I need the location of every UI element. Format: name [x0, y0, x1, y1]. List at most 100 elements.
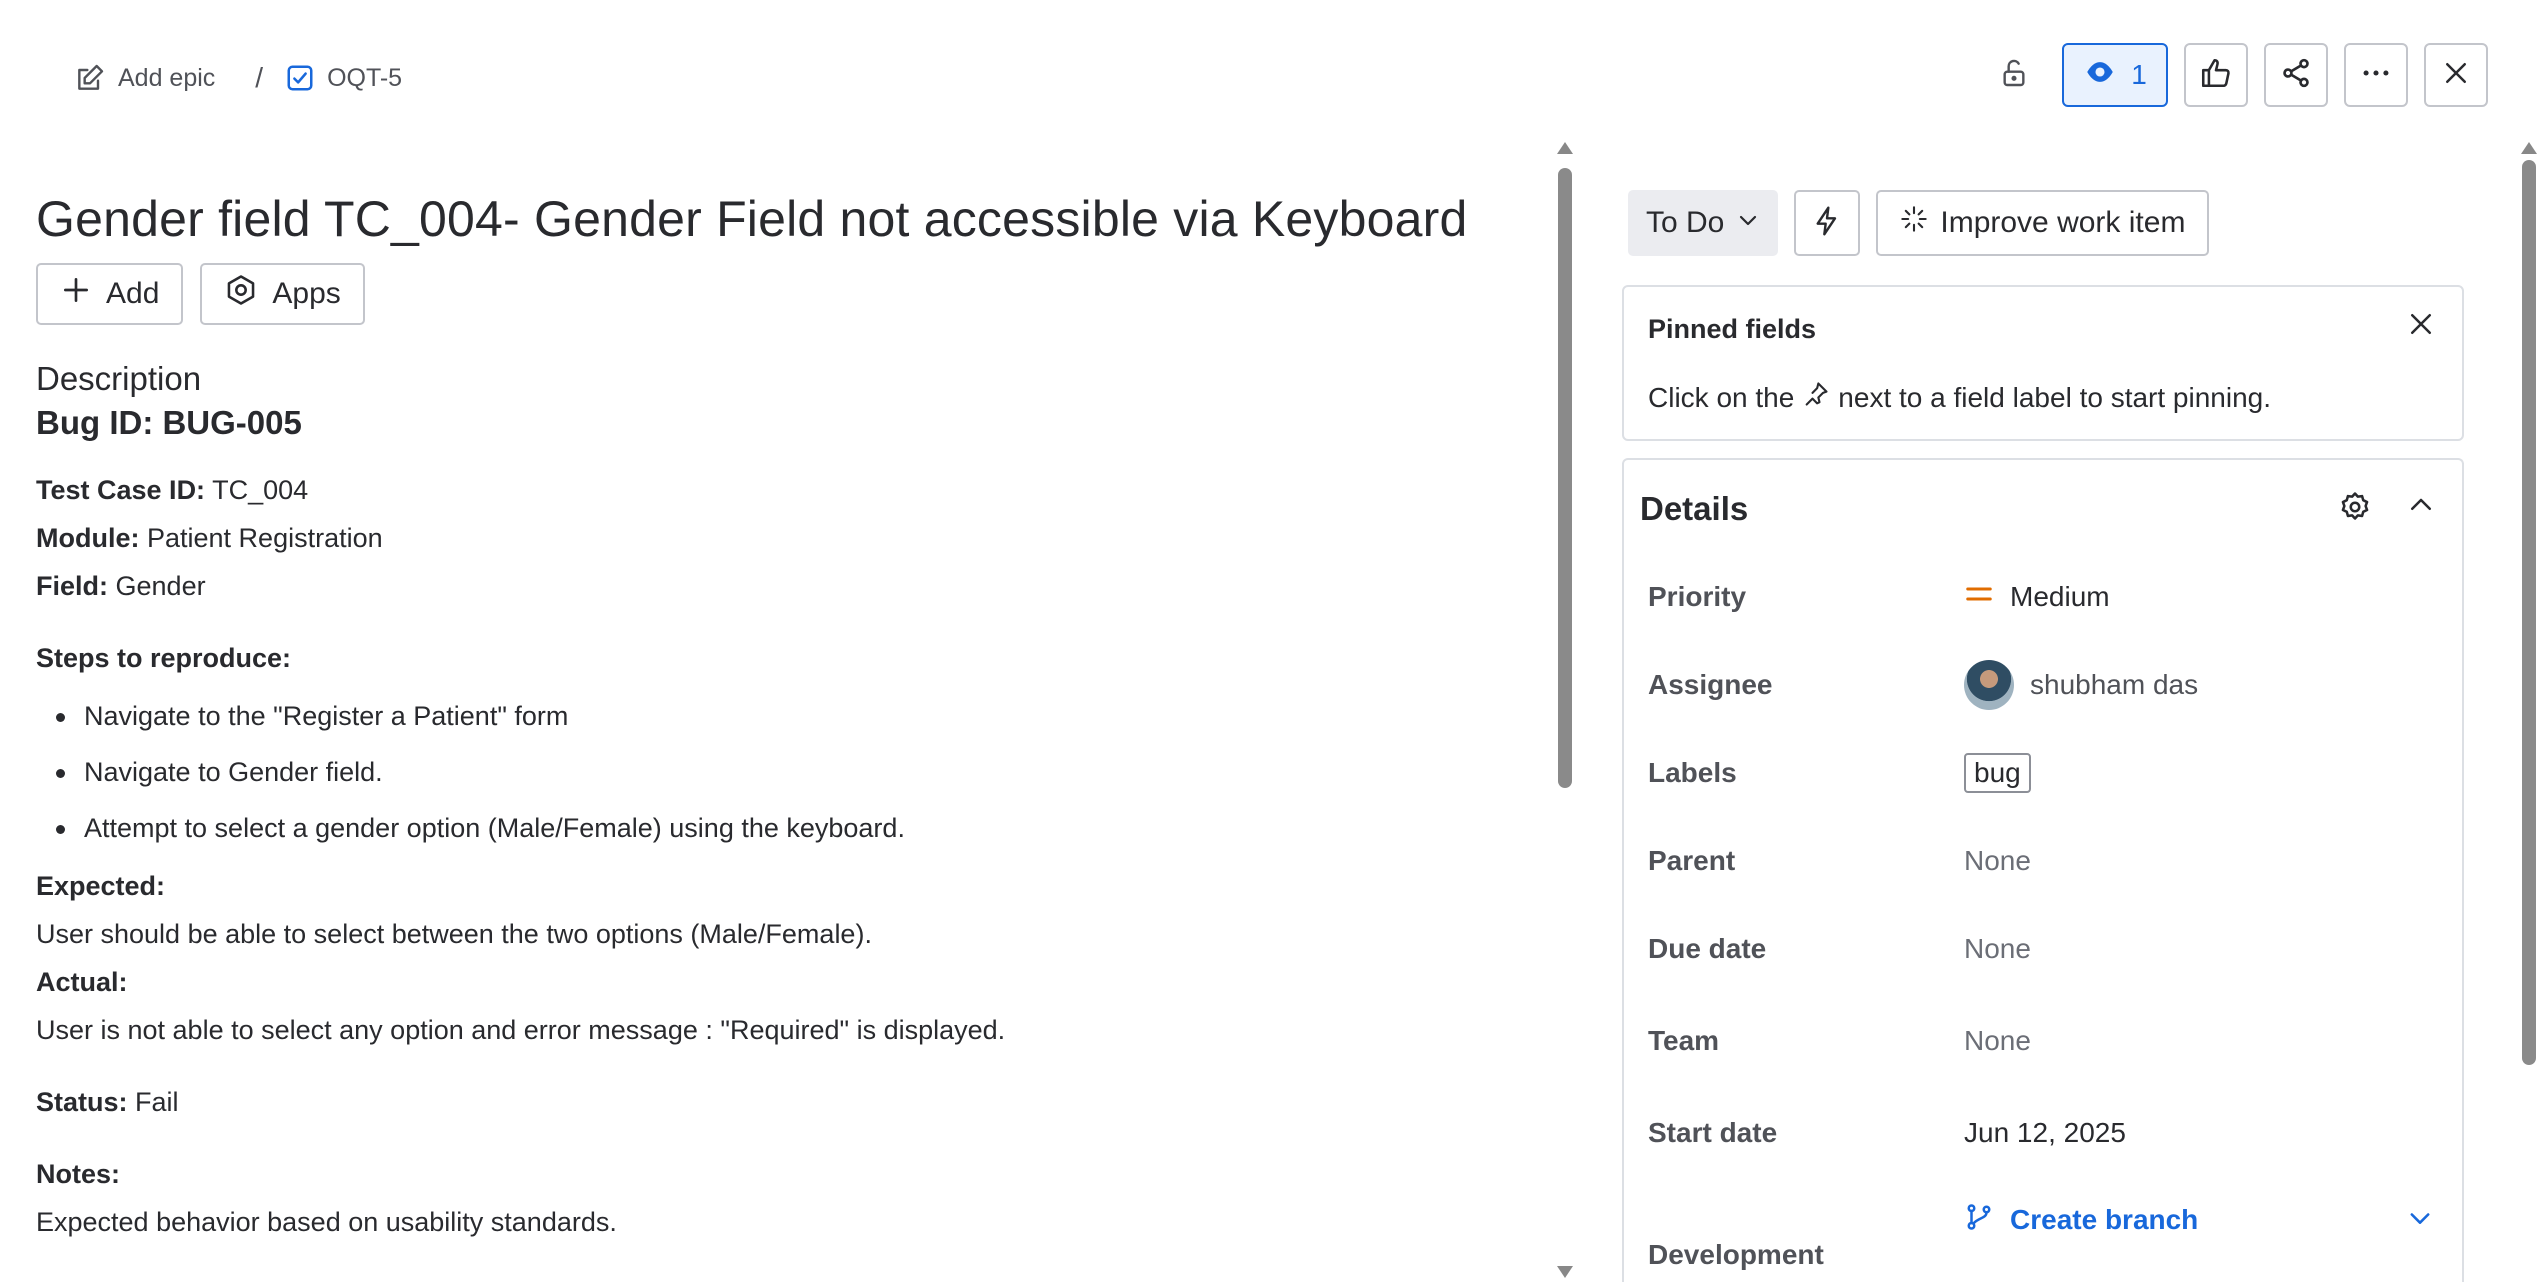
assignee-name: shubham das — [2030, 669, 2199, 700]
thumbs-up-icon — [2199, 56, 2233, 95]
test-case-label: Test Case ID: — [36, 475, 206, 505]
steps-heading: Steps to reproduce: — [36, 634, 1516, 682]
description-heading: Description — [36, 360, 202, 397]
field-parent: Parent None — [1648, 836, 2448, 886]
details-collapse-button[interactable] — [2406, 490, 2436, 525]
scroll-thumb[interactable] — [1558, 168, 1572, 788]
actual-heading: Actual: — [36, 958, 1516, 1006]
pinned-hint-after: next to a field label to start pinning. — [1838, 381, 2272, 413]
expected-text: User should be able to select between th… — [36, 919, 872, 949]
sidebar-scrollbar[interactable] — [2518, 140, 2540, 1282]
unlock-icon — [1998, 57, 2030, 94]
assignee-value[interactable]: shubham das — [1964, 660, 2198, 710]
like-button[interactable] — [2184, 43, 2248, 107]
sidebar-scroll-thumb[interactable] — [2522, 160, 2536, 1065]
chevron-down-icon — [1736, 206, 1760, 240]
close-icon — [2406, 314, 2436, 343]
improve-work-item-button[interactable]: Improve work item — [1876, 190, 2210, 256]
watch-count: 1 — [2131, 59, 2147, 90]
details-settings-button[interactable] — [2338, 490, 2372, 529]
priority-text: Medium — [2010, 581, 2110, 612]
more-actions-button[interactable] — [2344, 43, 2408, 107]
close-button[interactable] — [2424, 43, 2488, 107]
close-icon — [2441, 58, 2471, 93]
priority-value[interactable]: Medium — [1964, 579, 2110, 616]
description-section[interactable]: Description Bug ID: BUG-005 Test Case ID… — [36, 360, 1516, 1246]
lightning-bolt-icon — [1811, 205, 1843, 242]
top-bar: Add epic / OQT-5 1 — [0, 0, 2542, 155]
add-epic-link[interactable]: Add epic — [74, 62, 215, 94]
development-label: Development — [1648, 1239, 1824, 1270]
share-button[interactable] — [2264, 43, 2328, 107]
actual-text: User is not able to select any option an… — [36, 1015, 1006, 1045]
header-actions: 1 — [1982, 43, 2488, 107]
status-dropdown[interactable]: To Do — [1628, 190, 1779, 256]
field-labels: Labels bug — [1648, 748, 2448, 798]
issue-quick-actions: Add Apps — [36, 263, 365, 325]
status-label: Status: — [36, 1087, 128, 1117]
labels-value[interactable]: bug — [1964, 753, 2031, 793]
main-scrollbar[interactable] — [1554, 140, 1576, 1282]
scroll-up-arrow[interactable] — [1557, 142, 1573, 154]
team-value[interactable]: None — [1964, 1025, 2031, 1057]
team-label: Team — [1648, 1025, 1720, 1056]
list-item: Navigate to the "Register a Patient" for… — [36, 688, 1516, 744]
steps-list: Navigate to the "Register a Patient" for… — [36, 688, 1516, 856]
status-line: Status: Fail — [36, 1078, 1516, 1126]
start-date-value[interactable]: Jun 12, 2025 — [1964, 1117, 2126, 1149]
gear-icon — [2338, 492, 2372, 528]
parent-label: Parent — [1648, 845, 1736, 876]
test-case-line: Test Case ID: TC_004 — [36, 466, 1516, 514]
pinned-close-button[interactable] — [2406, 309, 2436, 344]
test-case-value: TC_004 — [212, 475, 309, 505]
status-row: To Do Improve work item — [1628, 190, 2468, 256]
field-line: Field: Gender — [36, 562, 1516, 610]
assignee-label: Assignee — [1648, 669, 1773, 700]
automation-button[interactable] — [1794, 190, 1861, 256]
field-team: Team None — [1648, 1016, 2448, 1066]
watch-button[interactable]: 1 — [2062, 43, 2168, 107]
apps-hexagon-icon — [224, 273, 258, 315]
status-value: Fail — [135, 1087, 179, 1117]
restrictions-button[interactable] — [1982, 43, 2046, 107]
notes-heading: Notes: — [36, 1150, 1516, 1198]
bug-id: Bug ID: BUG-005 — [36, 404, 302, 441]
label-chip[interactable]: bug — [1964, 753, 2031, 793]
task-checkbox-icon — [285, 63, 315, 93]
priority-medium-icon — [1964, 579, 1994, 616]
due-date-label: Due date — [1648, 933, 1767, 964]
pinned-fields-panel: Pinned fields Click on the next to a fie… — [1622, 285, 2464, 441]
scroll-down-arrow[interactable] — [1557, 1266, 1573, 1278]
edit-icon — [74, 62, 106, 94]
status-label: To Do — [1646, 206, 1725, 239]
add-button[interactable]: Add — [36, 263, 184, 325]
create-branch-link[interactable]: Create branch — [1964, 1202, 2198, 1239]
pinned-hint-before: Click on the — [1648, 381, 1795, 413]
expected-heading: Expected: — [36, 862, 1516, 910]
breadcrumb-separator: / — [255, 62, 264, 93]
issue-title[interactable]: Gender field TC_004- Gender Field not ac… — [36, 190, 1468, 248]
pin-icon — [1802, 380, 1830, 415]
issue-key-link[interactable]: OQT-5 — [285, 63, 402, 93]
more-dots-icon — [2359, 56, 2393, 95]
parent-value[interactable]: None — [1964, 845, 2031, 877]
field-value: Gender — [115, 571, 206, 601]
details-title: Details — [1640, 490, 1749, 527]
apps-button[interactable]: Apps — [200, 263, 365, 325]
branch-icon — [1964, 1202, 1994, 1239]
module-line: Module: Patient Registration — [36, 514, 1516, 562]
due-date-value[interactable]: None — [1964, 933, 2031, 965]
expected-label: Expected: — [36, 871, 166, 901]
list-item: Attempt to select a gender option (Male/… — [36, 800, 1516, 856]
create-branch-label: Create branch — [2010, 1204, 2199, 1235]
pinned-fields-title: Pinned fields — [1648, 314, 1817, 344]
field-assignee: Assignee shubham das — [1648, 660, 2448, 710]
sidebar-scroll-up-arrow[interactable] — [2521, 142, 2537, 154]
priority-label: Priority — [1648, 581, 1747, 612]
chevron-down-icon[interactable] — [2406, 1204, 2434, 1237]
notes-text: Expected behavior based on usability sta… — [36, 1207, 617, 1237]
module-value: Patient Registration — [147, 523, 383, 553]
create-branch-row: Create branch — [1964, 1195, 2434, 1245]
improve-label: Improve work item — [1940, 206, 2186, 239]
eye-icon — [2083, 55, 2117, 96]
